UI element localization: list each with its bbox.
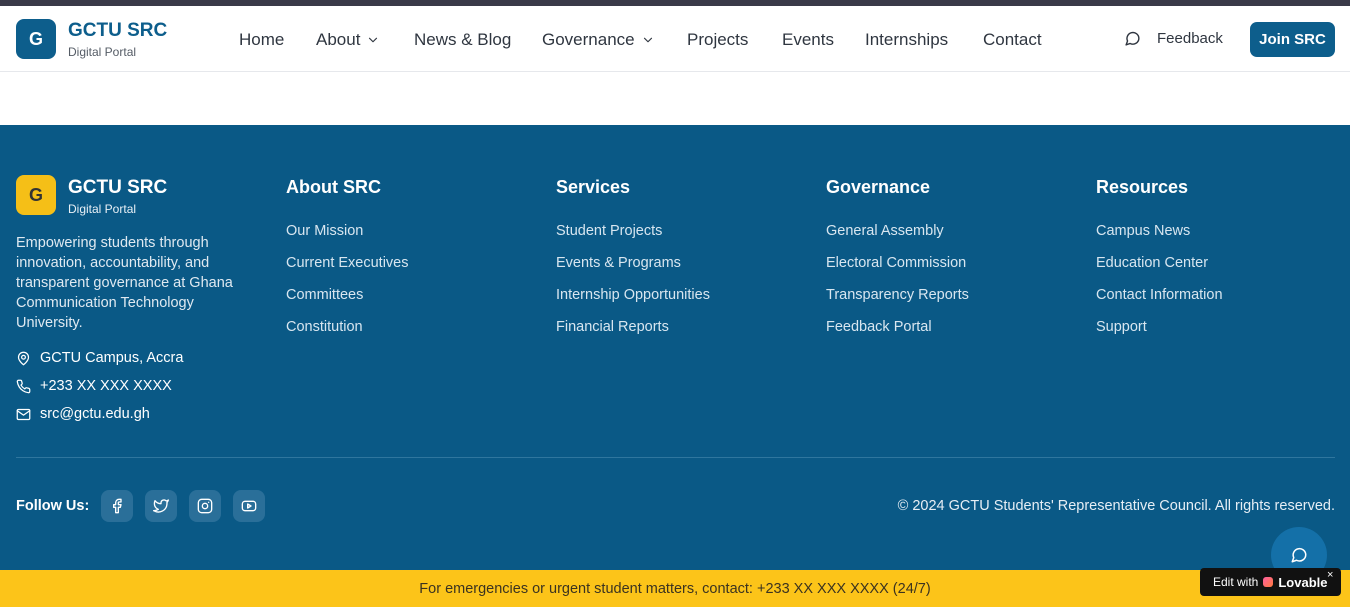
badge-prefix: Edit with: [1213, 575, 1259, 589]
phone-icon: [16, 379, 31, 393]
nav-contact[interactable]: Contact: [983, 30, 1042, 50]
nav-events[interactable]: Events: [782, 30, 834, 50]
footer-link[interactable]: Feedback Portal: [826, 317, 969, 349]
nav-about[interactable]: About: [316, 30, 380, 50]
facebook-icon: [113, 498, 122, 514]
footer-link[interactable]: General Assembly: [826, 221, 969, 253]
contact-phone-text: +233 XX XXX XXXX: [40, 378, 172, 394]
nav-label: Contact: [983, 30, 1042, 49]
feedback-button[interactable]: Feedback: [1124, 30, 1223, 47]
contact-location-text: GCTU Campus, Accra: [40, 350, 184, 366]
nav-label: Projects: [687, 30, 749, 49]
brand-title[interactable]: GCTU SRC: [68, 20, 167, 42]
contact-phone: +233 XX XXX XXXX: [16, 378, 172, 394]
edit-with-lovable-badge[interactable]: Edit with Lovable: [1200, 568, 1341, 596]
badge-brand: Lovable: [1278, 574, 1328, 590]
footer-link[interactable]: Education Center: [1096, 253, 1223, 285]
column-title: Services: [556, 177, 631, 197]
join-src-button[interactable]: Join SRC: [1250, 22, 1335, 57]
twitter-icon: [153, 499, 169, 513]
message-circle-icon: [1125, 31, 1140, 46]
emergency-banner: For emergencies or urgent student matter…: [0, 570, 1350, 607]
footer-logo: G: [16, 175, 56, 215]
footer-link[interactable]: Financial Reports: [556, 317, 710, 349]
contact-email-text[interactable]: src@gctu.edu.gh: [40, 406, 150, 422]
footer-link[interactable]: Our Mission: [286, 221, 409, 253]
footer-link[interactable]: Internship Opportunities: [556, 285, 710, 317]
column-title: About SRC: [286, 177, 381, 197]
youtube-link[interactable]: [233, 490, 265, 522]
footer-link[interactable]: Current Executives: [286, 253, 409, 285]
site-footer: G GCTU SRC Digital Portal Empowering stu…: [0, 125, 1350, 583]
instagram-link[interactable]: [189, 490, 221, 522]
instagram-icon: [197, 498, 213, 514]
nav-governance[interactable]: Governance: [542, 30, 655, 50]
chevron-down-icon: [643, 37, 652, 43]
nav-label: About: [316, 30, 361, 49]
contact-email: src@gctu.edu.gh: [16, 406, 150, 422]
footer-link[interactable]: Transparency Reports: [826, 285, 969, 317]
youtube-icon: [241, 500, 257, 512]
footer-link[interactable]: Events & Programs: [556, 253, 710, 285]
footer-column-services: Services Student Projects Events & Progr…: [556, 177, 710, 349]
brand-subtitle: Digital Portal: [68, 45, 137, 59]
message-circle-icon: [1291, 547, 1307, 563]
lovable-heart-icon: [1263, 577, 1274, 587]
nav-label: Internships: [865, 30, 949, 49]
contact-location: GCTU Campus, Accra: [16, 350, 183, 366]
site-header: G GCTU SRC Digital Portal Home About New…: [0, 6, 1350, 72]
footer-link[interactable]: Campus News: [1096, 221, 1223, 253]
logo[interactable]: G: [16, 19, 56, 59]
mail-icon: [16, 408, 31, 420]
footer-brand-subtitle: Digital Portal: [68, 202, 137, 216]
map-pin-icon: [17, 351, 30, 365]
close-icon[interactable]: ×: [1327, 569, 1333, 581]
footer-description: Empowering students through innovation, …: [16, 235, 233, 331]
nav-label: Governance: [542, 30, 635, 49]
footer-column-about: About SRC Our Mission Current Executives…: [286, 177, 409, 349]
footer-link[interactable]: Constitution: [286, 317, 409, 349]
nav-home[interactable]: Home: [239, 30, 284, 50]
nav-projects[interactable]: Projects: [687, 30, 748, 50]
footer-link[interactable]: Support: [1096, 317, 1223, 349]
facebook-link[interactable]: [101, 490, 133, 522]
footer-brand-title: GCTU SRC: [68, 177, 168, 198]
footer-link[interactable]: Contact Information: [1096, 285, 1223, 317]
column-title: Resources: [1096, 177, 1189, 197]
nav-label: Home: [239, 30, 285, 49]
nav-news-blog[interactable]: News & Blog: [414, 30, 511, 50]
nav-internships[interactable]: Internships: [865, 30, 948, 50]
footer-column-governance: Governance General Assembly Electoral Co…: [826, 177, 969, 349]
footer-link[interactable]: Electoral Commission: [826, 253, 969, 285]
column-title: Governance: [826, 177, 931, 197]
copyright-text: © 2024 GCTU Students' Representative Cou…: [897, 498, 1335, 514]
follow-us-label: Follow Us:: [16, 498, 90, 514]
emergency-text: For emergencies or urgent student matter…: [419, 580, 931, 597]
footer-link[interactable]: Student Projects: [556, 221, 710, 253]
nav-label: Events: [782, 30, 834, 49]
feedback-label: Feedback: [1157, 30, 1223, 47]
footer-column-resources: Resources Campus News Education Center C…: [1096, 177, 1223, 349]
twitter-link[interactable]: [145, 490, 177, 522]
footer-divider: [16, 457, 1335, 458]
nav-label: News & Blog: [414, 30, 512, 49]
chevron-down-icon: [369, 37, 378, 43]
footer-link[interactable]: Committees: [286, 285, 409, 317]
